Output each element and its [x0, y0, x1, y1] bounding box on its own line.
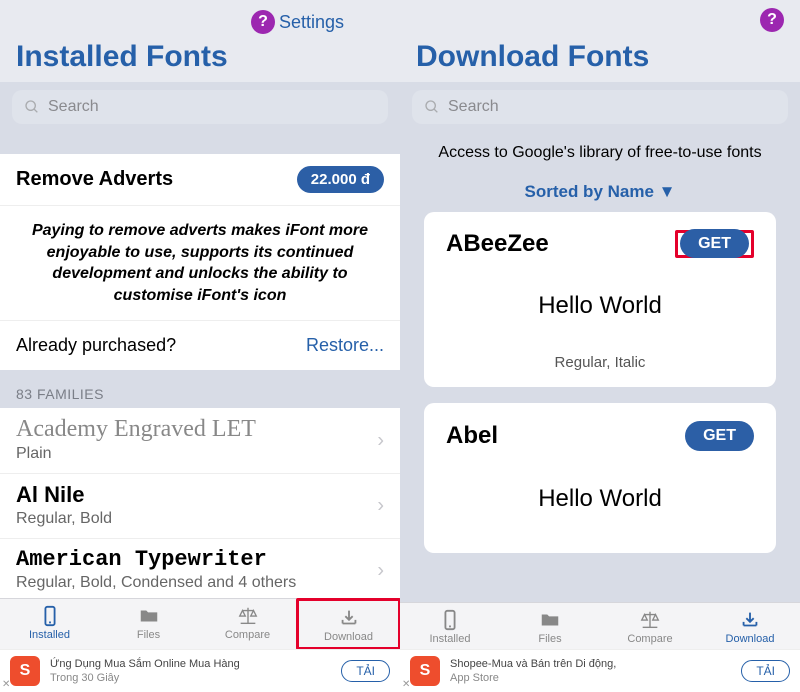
header-left: ? Settings Installed Fonts — [0, 0, 400, 82]
font-list: Academy Engraved LET Plain › Al Nile Reg… — [0, 408, 400, 598]
search-input-left[interactable]: Search — [12, 90, 388, 124]
font-name: Academy Engraved LET — [16, 416, 384, 443]
ad-close-icon[interactable]: ✕ — [402, 679, 410, 690]
settings-link[interactable]: ? Settings — [251, 10, 344, 34]
restore-button[interactable]: Restore... — [306, 335, 384, 356]
ad-text: Shopee-Mua và Bán trên Di động, App Stor… — [450, 657, 731, 686]
font-styles: Regular, Bold — [16, 510, 384, 528]
font-row[interactable]: Al Nile Regular, Bold › — [0, 473, 400, 538]
font-card-name: Abel — [446, 422, 498, 450]
get-button[interactable]: GET — [685, 421, 754, 451]
tab-installed[interactable]: Installed — [0, 599, 99, 649]
scale-icon — [637, 609, 663, 631]
remove-adverts-row[interactable]: Remove Adverts 22.000 đ — [0, 154, 400, 206]
library-info: Access to Google's library of free-to-us… — [400, 124, 800, 172]
phone-icon — [437, 609, 463, 631]
tab-compare[interactable]: Compare — [198, 599, 297, 649]
tab-download[interactable]: Download — [700, 603, 800, 649]
tab-label: Download — [324, 631, 373, 643]
tab-label: Installed — [29, 629, 70, 641]
content-left: Remove Adverts 22.000 đ Paying to remove… — [0, 124, 400, 598]
search-placeholder: Search — [448, 98, 499, 116]
phone-icon — [37, 605, 63, 627]
font-preview: Hello World — [424, 461, 776, 541]
tab-installed[interactable]: Installed — [400, 603, 500, 649]
help-icon[interactable]: ? — [251, 10, 275, 34]
shopee-icon: S — [10, 656, 40, 686]
settings-label: Settings — [279, 12, 344, 33]
font-name: Al Nile — [16, 482, 384, 508]
screen-download: ? Download Fonts Search Access to Google… — [400, 0, 800, 692]
folder-icon — [136, 605, 162, 627]
ad-install-button[interactable]: TẢI — [741, 660, 790, 682]
search-icon — [24, 99, 40, 115]
header-right: ? Download Fonts — [400, 0, 800, 82]
font-card[interactable]: Abel GET Hello World — [424, 403, 776, 553]
ad-close-icon[interactable]: ✕ — [2, 679, 10, 690]
font-preview: Hello World — [424, 268, 776, 348]
font-name: American Typewriter — [16, 547, 384, 572]
download-icon — [336, 607, 362, 629]
remove-adverts-desc: Paying to remove adverts makes iFont mor… — [0, 206, 400, 321]
get-button[interactable]: GET — [680, 229, 749, 258]
already-label: Already purchased? — [16, 335, 176, 356]
tab-label: Download — [726, 633, 775, 645]
tab-files[interactable]: Files — [500, 603, 600, 649]
ad-line1: Ứng Dụng Mua Sắm Online Mua Hàng — [50, 657, 331, 671]
tabbar-left: Installed Files Compare Download — [0, 598, 400, 649]
ad-text: Ứng Dụng Mua Sắm Online Mua Hàng Trong 3… — [50, 657, 331, 686]
search-placeholder: Search — [48, 98, 99, 116]
chevron-right-icon: › — [377, 495, 384, 518]
ad-banner-right[interactable]: ✕ S Shopee-Mua và Bán trên Di động, App … — [400, 649, 800, 692]
content-right: Access to Google's library of free-to-us… — [400, 124, 800, 602]
search-icon — [424, 99, 440, 115]
font-row[interactable]: American Typewriter Regular, Bold, Conde… — [0, 538, 400, 598]
chevron-right-icon: › — [377, 429, 384, 452]
font-styles: Regular, Bold, Condensed and 4 others — [16, 574, 384, 592]
font-card[interactable]: ABeeZee GET Hello World Regular, Italic — [424, 212, 776, 387]
tab-label: Files — [137, 629, 160, 641]
folder-icon — [537, 609, 563, 631]
download-icon — [737, 609, 763, 631]
ad-line2: App Store — [450, 671, 731, 685]
get-highlight: GET — [675, 230, 754, 258]
scale-icon — [235, 605, 261, 627]
tab-label: Compare — [627, 633, 672, 645]
page-title-download: Download Fonts — [416, 40, 784, 74]
tab-label: Installed — [430, 633, 471, 645]
tab-files[interactable]: Files — [99, 599, 198, 649]
tab-label: Compare — [225, 629, 270, 641]
already-purchased-row[interactable]: Already purchased? Restore... — [0, 321, 400, 370]
font-styles: Plain — [16, 445, 384, 463]
tabbar-right: Installed Files Compare Download — [400, 602, 800, 649]
tab-download[interactable]: Download — [296, 598, 401, 650]
sort-button[interactable]: Sorted by Name ▼ — [400, 172, 800, 212]
ad-install-button[interactable]: TẢI — [341, 660, 390, 682]
price-pill[interactable]: 22.000 đ — [297, 166, 384, 193]
page-title-installed: Installed Fonts — [16, 40, 384, 74]
tab-compare[interactable]: Compare — [600, 603, 700, 649]
ad-line2: Trong 30 Giây — [50, 671, 331, 685]
font-row[interactable]: Academy Engraved LET Plain › — [0, 408, 400, 473]
families-header: 83 FAMILIES — [0, 370, 400, 408]
shopee-icon: S — [410, 656, 440, 686]
font-styles: Regular, Italic — [424, 348, 776, 375]
chevron-right-icon: › — [377, 559, 384, 582]
ad-banner-left[interactable]: ✕ S Ứng Dụng Mua Sắm Online Mua Hàng Tro… — [0, 649, 400, 692]
help-icon[interactable]: ? — [760, 8, 784, 32]
tab-label: Files — [538, 633, 561, 645]
remove-adverts-card: Remove Adverts 22.000 đ Paying to remove… — [0, 154, 400, 370]
ad-line1: Shopee-Mua và Bán trên Di động, — [450, 657, 731, 671]
search-input-right[interactable]: Search — [412, 90, 788, 124]
font-card-name: ABeeZee — [446, 230, 549, 258]
screen-installed: ? Settings Installed Fonts Search Remove… — [0, 0, 400, 692]
remove-adverts-label: Remove Adverts — [16, 168, 173, 191]
